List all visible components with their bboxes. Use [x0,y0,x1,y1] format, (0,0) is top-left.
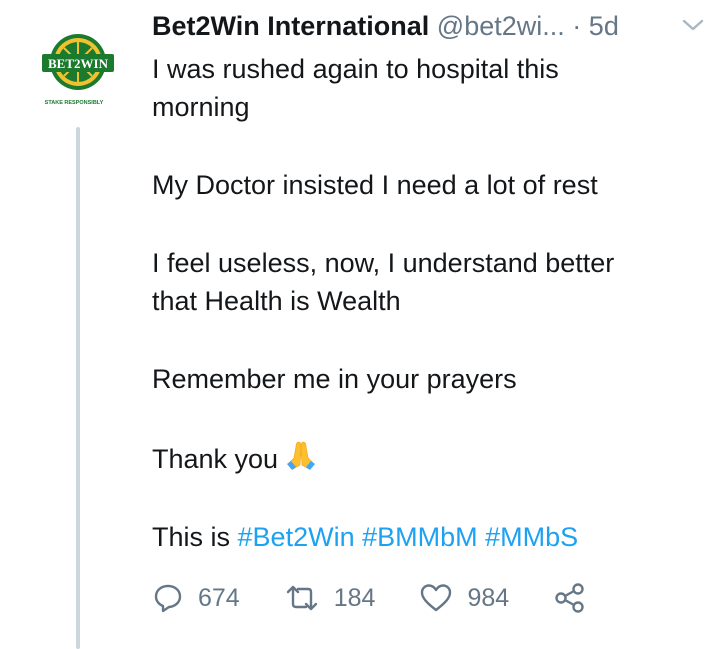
tweet-paragraph: This is #Bet2Win #BMMbM #MMbS [152,518,692,556]
tweet-paragraph: I was rushed again to hospital this morn… [152,50,692,126]
folded-hands-emoji-icon [287,441,316,470]
tweet-actions: 674 184 984 [152,578,587,618]
hashtag-link[interactable]: #Bet2Win [238,522,355,552]
thread-line [76,127,80,649]
logo-text: BET2WIN [48,56,109,71]
more-options-caret[interactable] [680,16,706,34]
tweet-paragraph: Thank you [152,438,692,478]
chevron-down-icon [682,19,704,31]
share-button[interactable] [553,582,587,614]
avatar[interactable]: BET2WIN STAKE RESPONSIBLY [30,28,130,124]
tweet-header: Bet2Win International @bet2wi... · 5d [152,8,712,44]
tweet-paragraph: My Doctor insisted I need a lot of rest [152,166,692,204]
reply-button[interactable]: 674 [152,582,240,614]
tweet-line: I feel useless, now, I understand better [152,248,615,278]
tweet-line: morning [152,92,250,122]
like-button[interactable]: 984 [419,582,509,614]
hashtag-link[interactable]: #BMMbM [362,522,478,552]
timestamp[interactable]: 5d [589,11,619,41]
tweet-line: Remember me in your prayers [152,364,517,394]
author-handle[interactable]: @bet2wi... [437,11,565,41]
bet2win-logo: BET2WIN STAKE RESPONSIBLY [42,34,114,106]
heart-icon [421,584,452,612]
tweet-line: that Health is Wealth [152,286,401,316]
logo-tagline: STAKE RESPONSIBLY [45,100,104,106]
share-icon [555,583,584,613]
tweet-text: I was rushed again to hospital this morn… [152,50,692,556]
hashtag-link[interactable]: #MMbS [485,522,578,552]
tweet-line: I was rushed again to hospital this [152,54,559,84]
reply-icon [154,584,182,613]
author-name[interactable]: Bet2Win International [152,11,429,41]
reply-count: 674 [198,583,240,612]
separator-dot: · [572,11,582,41]
tweet-line: My Doctor insisted I need a lot of rest [152,170,598,200]
like-count: 984 [467,583,510,612]
tag-prefix: This is [152,522,231,552]
retweet-icon [286,585,317,611]
tweet-paragraph: Remember me in your prayers [152,360,692,398]
tweet-paragraph: I feel useless, now, I understand better… [152,244,692,320]
thanks-text: Thank you [152,444,279,474]
retweet-count: 184 [333,583,376,612]
retweet-button[interactable]: 184 [284,582,376,614]
